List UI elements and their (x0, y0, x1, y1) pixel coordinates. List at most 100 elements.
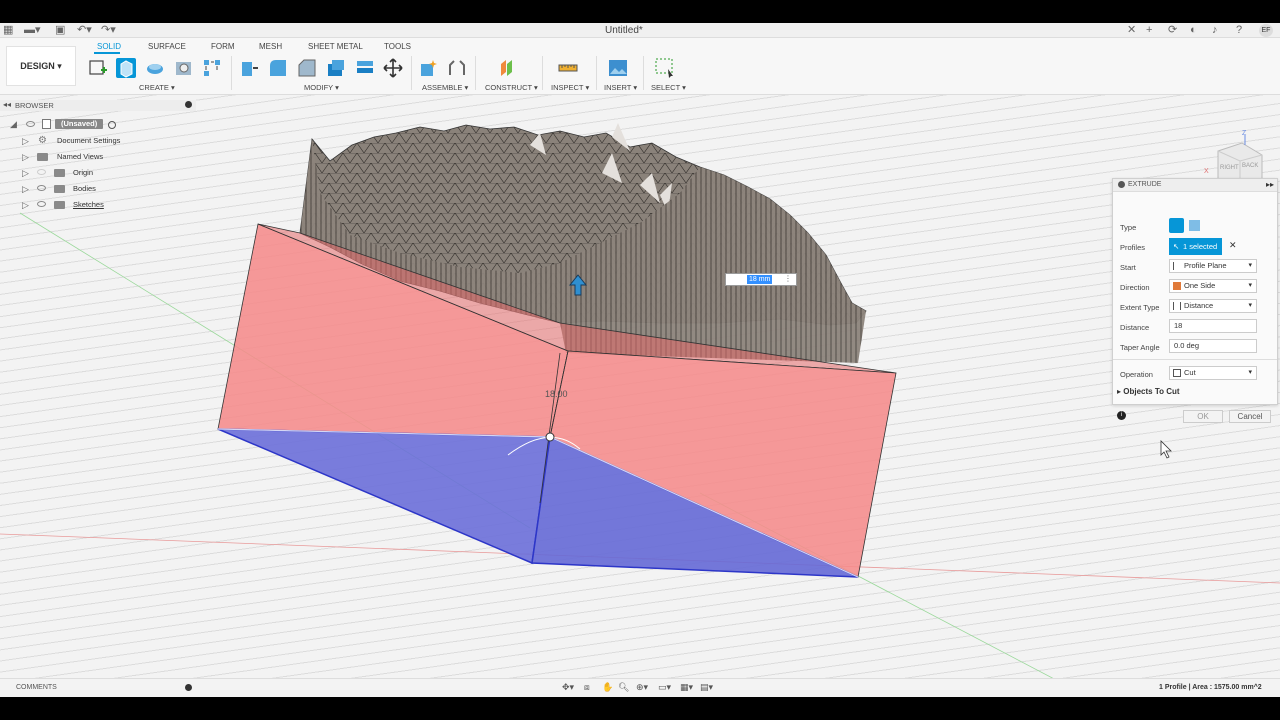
expand-icon[interactable]: ▷ (22, 200, 29, 211)
extent-type-select[interactable]: Distance ▾ (1169, 299, 1257, 313)
new-tab-icon[interactable]: + (1146, 24, 1152, 37)
comments-pin-icon[interactable] (185, 684, 192, 691)
zoom-window-icon[interactable]: ⊕▾ (636, 682, 648, 693)
operation-select[interactable]: Cut ▾ (1169, 366, 1257, 380)
joint-icon[interactable] (447, 58, 467, 78)
browser-root[interactable]: ◢ (Unsaved) (0, 118, 196, 132)
grid-menu-icon[interactable]: ▦ (3, 24, 13, 37)
toolbar-separator (643, 56, 644, 90)
type-label: Type (1120, 223, 1137, 232)
cut-icon (1173, 369, 1181, 377)
user-avatar[interactable]: EF (1259, 24, 1273, 37)
direction-select[interactable]: One Side ▾ (1169, 279, 1257, 293)
insert-image-icon[interactable] (608, 58, 628, 78)
notifications-icon[interactable]: ♪ (1212, 24, 1218, 37)
group-modify[interactable]: MODIFY ▾ (304, 83, 339, 92)
distance-manipulator-value[interactable]: 18 mm (747, 275, 773, 284)
viewcube-right-face[interactable]: RIGHT (1220, 165, 1239, 171)
hidden-visibility-icon[interactable] (37, 169, 46, 175)
help-icon[interactable]: ? (1236, 24, 1242, 37)
display-settings-icon[interactable]: ▭▾ (658, 682, 671, 693)
pin-icon[interactable] (185, 101, 192, 108)
info-icon[interactable]: i (1117, 411, 1126, 420)
zoom-icon[interactable]: 🔍︎ (618, 682, 629, 693)
look-at-icon[interactable]: ⧈ (584, 682, 590, 693)
group-create[interactable]: CREATE ▾ (139, 83, 175, 92)
viewcube-back-face[interactable]: BACK (1242, 163, 1258, 169)
undo-icon[interactable]: ↶▾ (77, 24, 92, 37)
browser-header: ◂◂ BROWSER (0, 100, 196, 111)
tab-tools[interactable]: TOOLS (384, 42, 411, 51)
tree-item-document-settings[interactable]: ▷ ⚙ Document Settings (0, 134, 196, 148)
clear-selection-icon[interactable]: ✕ (1229, 240, 1237, 251)
dialog-pin-icon[interactable] (1118, 181, 1125, 188)
orbit-icon[interactable]: ✥▾ (562, 682, 574, 693)
extensions-icon[interactable]: ⟳ (1168, 24, 1177, 37)
extent-type-label: Extent Type (1120, 303, 1160, 312)
taper-angle-input[interactable]: 0.0 deg (1169, 339, 1257, 353)
pattern-icon[interactable] (202, 58, 222, 78)
workspace-switcher[interactable]: DESIGN ▾ (6, 46, 76, 86)
collapse-triangle-icon[interactable]: ◢ (10, 119, 17, 130)
group-insert[interactable]: INSERT ▾ (604, 83, 637, 92)
group-select[interactable]: SELECT ▾ (651, 83, 686, 92)
hole-icon[interactable] (174, 58, 194, 78)
grid-settings-icon[interactable]: ▦▾ (680, 682, 693, 693)
tab-form[interactable]: FORM (211, 42, 235, 51)
fillet-icon[interactable] (268, 58, 288, 78)
start-select[interactable]: Profile Plane ▾ (1169, 259, 1257, 273)
workspace-label: DESIGN (20, 61, 55, 71)
save-icon[interactable]: ▣ (55, 24, 65, 37)
create-sketch-icon[interactable] (88, 58, 108, 78)
type-solid-button[interactable] (1169, 218, 1184, 233)
new-component-icon[interactable] (418, 58, 438, 78)
cancel-button[interactable]: Cancel (1229, 410, 1271, 423)
expand-icon[interactable]: ▷ (22, 168, 29, 179)
visibility-icon[interactable] (26, 121, 35, 127)
tab-sheet-metal[interactable]: SHEET METAL (308, 42, 363, 51)
job-status-icon[interactable]: ◐ (1190, 24, 1197, 37)
press-pull-icon[interactable] (239, 58, 259, 78)
tree-item-origin[interactable]: ▷ Origin (0, 166, 196, 180)
group-construct[interactable]: CONSTRUCT ▾ (485, 83, 538, 92)
group-inspect[interactable]: INSPECT ▾ (551, 83, 589, 92)
type-thin-button[interactable] (1189, 220, 1200, 231)
pan-icon[interactable]: ✋ (602, 682, 613, 693)
tree-item-sketches[interactable]: ▷ Sketches (0, 198, 196, 212)
tree-item-bodies[interactable]: ▷ Bodies (0, 182, 196, 196)
select-icon[interactable] (655, 58, 675, 78)
group-assemble[interactable]: ASSEMBLE ▾ (422, 83, 468, 92)
tree-item-named-views[interactable]: ▷ Named Views (0, 150, 196, 164)
distance-manipulator-input[interactable]: 18 mm ⋮ (725, 273, 797, 286)
file-icon[interactable]: ▬▾ (24, 24, 41, 37)
bottom-profile-left[interactable] (217, 428, 551, 565)
objects-to-cut-toggle[interactable]: ▸ Objects To Cut (1117, 387, 1180, 396)
tab-mesh[interactable]: MESH (259, 42, 282, 51)
rotation-handle[interactable] (545, 432, 555, 442)
profiles-selection-button[interactable]: ↖ 1 selected (1169, 238, 1222, 255)
shell-icon[interactable] (326, 58, 346, 78)
chamfer-icon[interactable] (297, 58, 317, 78)
more-options-icon[interactable]: ⋮ (784, 274, 792, 283)
expand-icon[interactable]: ▷ (22, 136, 29, 147)
tab-surface[interactable]: SURFACE (148, 42, 186, 51)
visibility-icon[interactable] (37, 185, 46, 191)
expand-icon[interactable]: ▷ (22, 184, 29, 195)
activate-radio-icon[interactable] (108, 121, 116, 129)
measure-icon[interactable] (558, 58, 578, 78)
move-copy-icon[interactable] (383, 58, 403, 78)
offset-plane-icon[interactable] (498, 58, 518, 78)
distance-input[interactable]: 18 (1169, 319, 1257, 333)
expand-icon[interactable]: ▷ (22, 152, 29, 163)
expand-dialog-icon[interactable]: ▸▸ (1266, 180, 1274, 189)
redo-icon[interactable]: ↷▾ (101, 24, 116, 37)
tab-solid[interactable]: SOLID (97, 42, 121, 51)
collapse-panel-icon[interactable]: ◂◂ (3, 100, 11, 109)
viewports-icon[interactable]: ▤▾ (700, 682, 713, 693)
close-tab-icon[interactable]: ✕ (1127, 24, 1136, 37)
visibility-icon[interactable] (37, 201, 46, 207)
ok-button[interactable]: OK (1183, 410, 1223, 423)
extrude-icon[interactable] (116, 58, 136, 78)
combine-icon[interactable] (355, 58, 375, 78)
revolve-icon[interactable] (145, 58, 165, 78)
